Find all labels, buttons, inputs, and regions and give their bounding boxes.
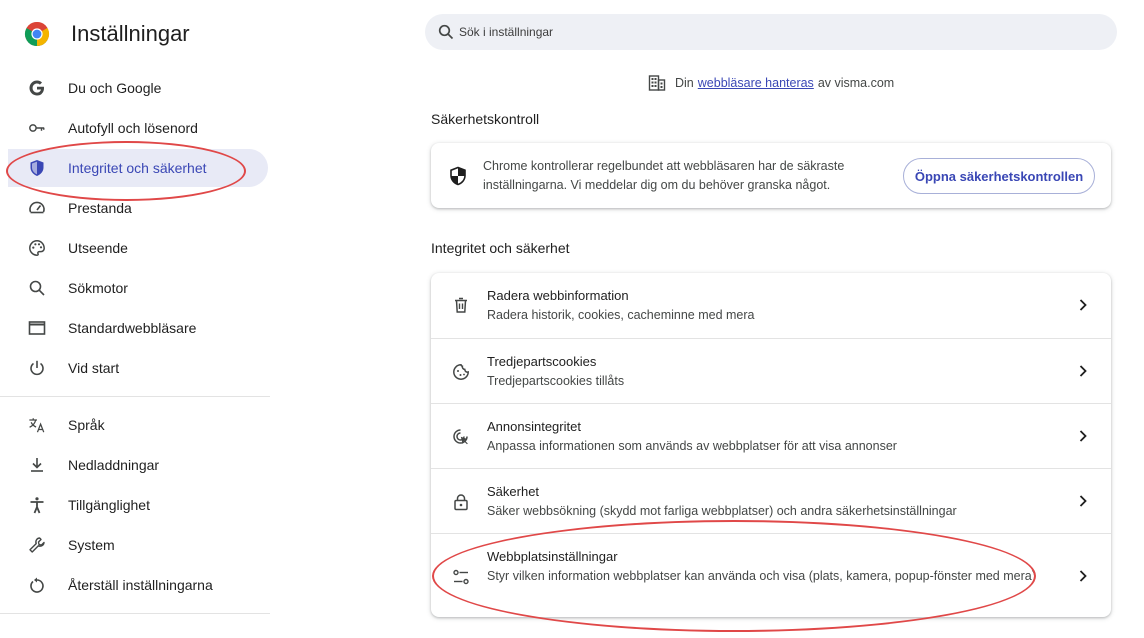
sidebar-item-label: Prestanda [68,200,132,216]
privacy-list-card: Radera webbinformation Radera historik, … [431,273,1111,617]
translate-icon [28,416,46,434]
managed-notice: Din webbläsare hanteras av visma.com [648,74,894,92]
trash-icon [455,297,467,313]
managed-prefix: Din [675,76,694,90]
safety-check-text: Chrome kontrollerar regelbundet att webb… [483,159,845,192]
row-subtitle: Säker webbsökning (skydd mot farliga web… [487,504,957,518]
shield-icon [450,166,466,186]
sidebar-divider [0,396,270,397]
sidebar-item-sokmotor[interactable]: Sökmotor [8,269,268,307]
row-subtitle: Styr vilken information webbplatser kan … [487,569,1036,583]
search-icon [438,24,454,40]
wrench-icon [28,536,46,554]
chrome-logo [24,20,50,48]
sidebar-divider [0,613,270,614]
row-title: Webbplatsinställningar [487,549,618,564]
key-icon [28,119,46,137]
sidebar-item-du-och-google[interactable]: Du och Google [8,69,268,107]
row-title: Radera webbinformation [487,288,629,303]
sidebar-item-label: Återställ inställningarna [68,577,213,593]
section-title-safety: Säkerhetskontroll [431,111,540,127]
speedometer-icon [28,199,46,217]
sidebar-item-label: Du och Google [68,80,162,96]
sidebar-item-label: Standardwebbläsare [68,320,197,336]
row-title: Annonsintegritet [487,419,581,434]
sidebar-item-tillganglighet[interactable]: Tillgänglighet [8,486,268,524]
google-g-icon [28,79,46,97]
open-safety-check-button[interactable]: Öppna säkerhetskontrollen [903,158,1095,194]
page-title: Inställningar [71,21,190,46]
chevron-right-icon [1079,299,1087,311]
sidebar-item-label: Autofyll och lösenord [68,120,198,136]
sidebar-item-system[interactable]: System [8,526,268,564]
sidebar-item-label: Språk [68,417,105,433]
sidebar-item-autofyll[interactable]: Autofyll och lösenord [8,109,268,147]
chevron-right-icon [1079,570,1087,582]
sidebar-item-sprak[interactable]: Språk [8,406,268,444]
sidebar-item-label: Nedladdningar [68,457,160,473]
row-title: Tredjepartscookies [487,354,597,369]
row-annonsintegritet[interactable]: Annonsintegritet Anpassa informationen s… [431,403,1111,468]
sidebar-item-utseende[interactable]: Utseende [8,229,268,267]
sidebar-item-standardwebblasare[interactable]: Standardwebbläsare [8,309,268,347]
chrome-logo-icon [24,21,50,46]
row-webbplatsinstallningar[interactable]: Webbplatsinställningar Styr vilken infor… [431,533,1111,617]
building-icon [648,75,666,91]
palette-icon [28,239,46,257]
section-title-privacy: Integritet och säkerhet [431,240,570,256]
search-icon [28,279,46,297]
chevron-right-icon [1079,430,1087,442]
tune-icon [453,569,469,585]
search-input[interactable] [459,14,1099,50]
cookie-icon [453,364,469,380]
power-icon [28,359,46,377]
download-icon [28,456,46,474]
sidebar-item-label: Tillgänglighet [68,497,150,513]
lock-icon [454,494,468,511]
row-radera-webbinformation[interactable]: Radera webbinformation Radera historik, … [431,273,1111,338]
sidebar-item-label: Utseende [68,240,128,256]
sidebar-item-label: Vid start [68,360,120,376]
sidebar-item-label: System [68,537,115,553]
row-title: Säkerhet [487,484,540,499]
sidebar-item-label: Sökmotor [68,280,128,296]
row-subtitle: Anpassa informationen som används av web… [487,439,897,453]
sidebar-item-nedladdningar[interactable]: Nedladdningar [8,446,268,484]
sidebar-item-label: Integritet och säkerhet [68,160,207,176]
sidebar-item-integritet[interactable]: Integritet och säkerhet [8,149,268,187]
sidebar-item-vid-start[interactable]: Vid start [8,349,268,387]
browser-window-icon [28,319,46,337]
ad-privacy-icon [453,429,468,445]
chevron-right-icon [1079,365,1087,377]
row-subtitle: Radera historik, cookies, cacheminne med… [487,308,755,322]
row-subtitle: Tredjepartscookies tillåts [487,374,625,388]
row-sakerhet[interactable]: Säkerhet Säker webbsökning (skydd mot fa… [431,468,1111,533]
sidebar: Inställningar Du och Google Autofyll och… [0,0,270,638]
chevron-right-icon [1079,495,1087,507]
shield-icon [28,159,46,177]
sidebar-item-prestanda[interactable]: Prestanda [8,189,268,227]
managed-suffix: av visma.com [817,76,895,90]
accessibility-icon [28,496,46,514]
search-bar[interactable] [425,14,1117,50]
sidebar-item-aterstall[interactable]: Återställ inställningarna [8,566,268,604]
reset-icon [28,576,46,594]
row-tredjepartscookies[interactable]: Tredjepartscookies Tredjepartscookies ti… [431,338,1111,403]
managed-link[interactable]: webbläsare hanteras [698,76,814,90]
safety-check-card: Chrome kontrollerar regelbundet att webb… [431,143,1111,208]
